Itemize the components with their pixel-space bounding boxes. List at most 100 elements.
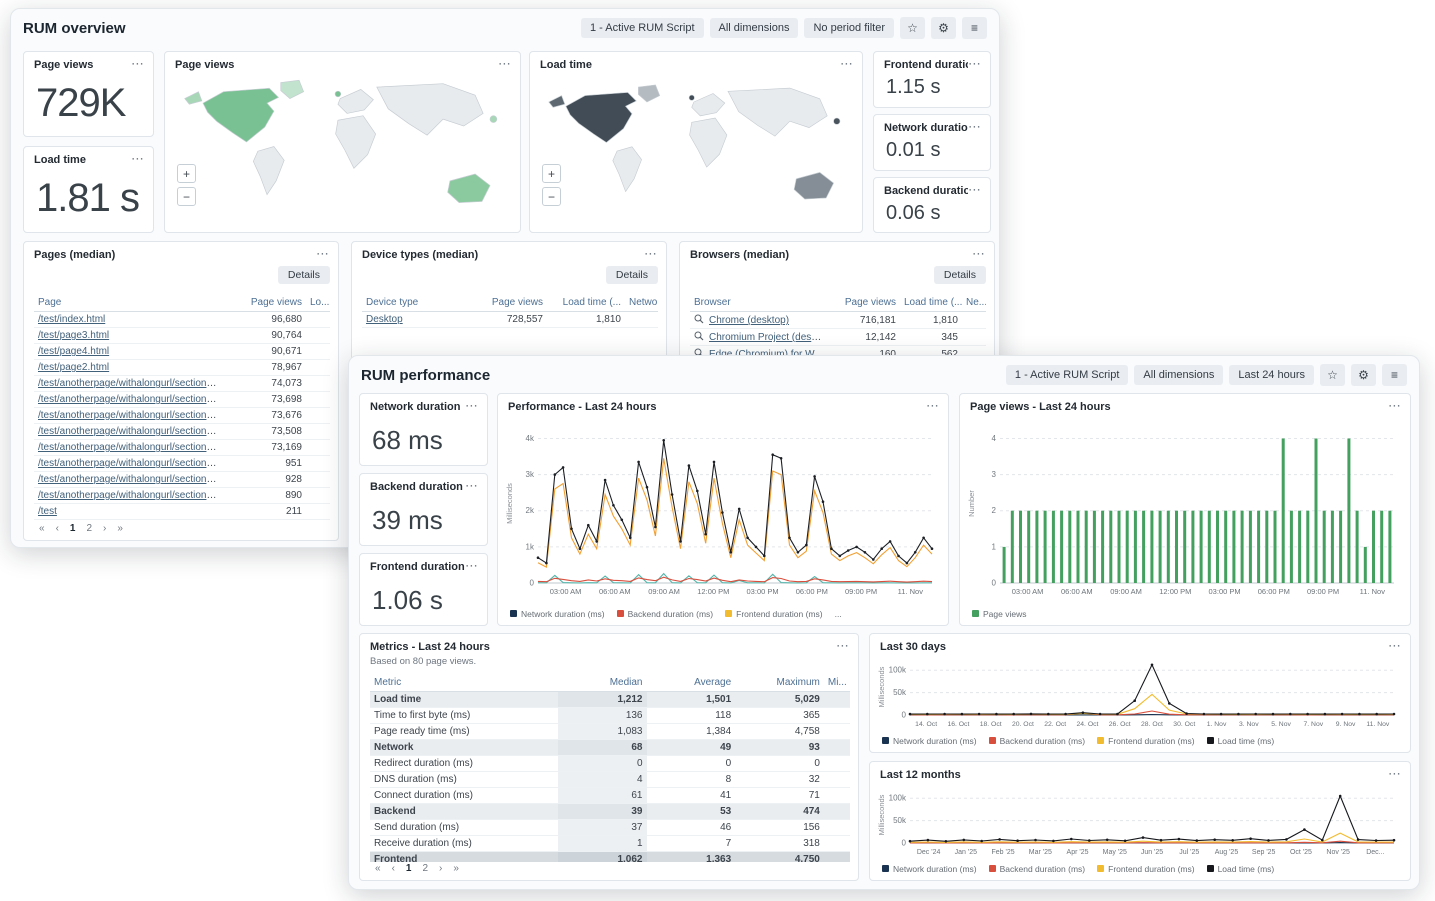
column-header[interactable]: Ne... [962, 294, 986, 312]
zoom-out-button[interactable]: − [177, 187, 196, 206]
filter-rum-script-button[interactable]: 1 - Active RUM Script [1006, 365, 1129, 385]
page-number[interactable]: 2 [417, 861, 433, 876]
map-region-africa[interactable] [336, 116, 376, 169]
column-header[interactable]: Median [558, 674, 647, 692]
cell-link[interactable]: /test/page4.html [38, 346, 109, 357]
legend-item[interactable]: Network duration (ms) [882, 736, 977, 746]
map-region-japan[interactable] [490, 116, 497, 123]
map-region-alaska[interactable] [185, 92, 202, 105]
cell-link[interactable]: /test/index.html [38, 314, 105, 325]
column-header[interactable]: Average [647, 674, 736, 692]
column-header[interactable]: Page [34, 294, 226, 312]
legend-item[interactable]: Load time (ms) [1207, 736, 1275, 746]
column-header[interactable]: Load time (... [547, 294, 625, 312]
star-icon[interactable]: ☆ [1320, 364, 1345, 386]
legend-item[interactable]: Frontend duration (ms) [1097, 864, 1194, 874]
filter-timeframe-button[interactable]: Last 24 hours [1229, 365, 1314, 385]
legend-item[interactable]: Backend duration (ms) [989, 864, 1086, 874]
cell-link[interactable]: /test/anotherpage/withalongurl/section18… [38, 442, 226, 453]
cell-link[interactable]: /test/anotherpage/withalongurl/section18… [38, 426, 226, 437]
ellipsis-menu-icon[interactable]: ⋯ [972, 249, 985, 259]
details-button[interactable]: Details [606, 266, 658, 284]
legend-item[interactable]: Backend duration (ms) [989, 736, 1086, 746]
cell-link[interactable]: /test/anotherpage/withalongurl/section18… [38, 394, 226, 405]
ellipsis-menu-icon[interactable]: ⋯ [465, 561, 478, 571]
map-region-australia[interactable] [448, 174, 490, 203]
ellipsis-menu-icon[interactable]: ⋯ [1388, 401, 1401, 411]
map-region-na[interactable] [203, 88, 278, 142]
map-region-sa[interactable] [613, 147, 642, 192]
column-header[interactable]: Load time (... [900, 294, 962, 312]
map-region-japan[interactable] [834, 118, 840, 124]
page-last[interactable]: » [112, 521, 128, 536]
ellipsis-menu-icon[interactable]: ⋯ [465, 481, 478, 491]
ellipsis-menu-icon[interactable]: ⋯ [131, 59, 144, 69]
ellipsis-menu-icon[interactable]: ⋯ [836, 641, 849, 651]
legend-item[interactable]: Frontend duration (ms) [1097, 736, 1194, 746]
column-header[interactable]: Device type [362, 294, 462, 312]
column-header[interactable]: Metric [370, 674, 558, 692]
cell-link[interactable]: /test [38, 506, 57, 517]
ellipsis-menu-icon[interactable]: ⋯ [1388, 769, 1401, 779]
zoom-out-button[interactable]: − [542, 187, 561, 206]
map-region-australia[interactable] [794, 172, 833, 199]
page-first[interactable]: « [370, 861, 386, 876]
magnifier-icon[interactable] [694, 314, 704, 324]
page-number[interactable]: 1 [401, 861, 417, 876]
ellipsis-menu-icon[interactable]: ⋯ [1388, 641, 1401, 651]
gear-icon[interactable]: ⚙ [1351, 364, 1376, 386]
column-header[interactable]: Page views [226, 294, 306, 312]
cell-link[interactable]: /test/page3.html [38, 330, 109, 341]
filter-dimensions-button[interactable]: All dimensions [1134, 365, 1223, 385]
legend-item[interactable]: Backend duration (ms) [617, 609, 714, 619]
performance-line-chart[interactable]: 01k2k3k4k03:00 AM06:00 AM09:00 AM12:00 P… [502, 418, 942, 597]
world-map[interactable] [171, 74, 514, 226]
map-region-sa[interactable] [253, 147, 284, 195]
page-first[interactable]: « [34, 521, 50, 536]
cell-link[interactable]: /test/anotherpage/withalongurl/section18… [38, 458, 226, 469]
map-region-asia[interactable] [728, 88, 827, 136]
column-header[interactable]: Page views [830, 294, 900, 312]
filter-rum-script-button[interactable]: 1 - Active RUM Script [581, 18, 704, 38]
cell-link[interactable]: /test/anotherpage/withalongurl/section18… [38, 490, 226, 501]
map-region-uk[interactable] [689, 95, 694, 100]
ellipsis-menu-icon[interactable]: ⋯ [644, 249, 657, 259]
map-region-alaska[interactable] [549, 96, 565, 108]
page-prev[interactable]: ‹ [387, 861, 400, 876]
cell-link[interactable]: Desktop [366, 314, 403, 325]
cell-link[interactable]: /test/anotherpage/withalongurl/section18… [38, 410, 226, 421]
hamburger-menu-icon[interactable]: ≡ [1382, 364, 1407, 386]
ellipsis-menu-icon[interactable]: ⋯ [498, 59, 511, 69]
column-header[interactable]: Page views [462, 294, 547, 312]
cell-link[interactable]: Chromium Project (desktop) [709, 332, 830, 343]
map-region-asia[interactable] [377, 84, 483, 135]
cell-link[interactable]: Chrome (desktop) [709, 315, 789, 326]
filter-dimensions-button[interactable]: All dimensions [710, 18, 799, 38]
legend-item[interactable]: Frontend duration (ms) [725, 609, 822, 619]
ellipsis-menu-icon[interactable]: ⋯ [968, 122, 981, 132]
legend-item[interactable]: Load time (ms) [1207, 864, 1275, 874]
map-region-uk[interactable] [335, 91, 341, 97]
zoom-in-button[interactable]: + [177, 164, 196, 183]
ellipsis-menu-icon[interactable]: ⋯ [968, 59, 981, 69]
legend-item[interactable]: Network duration (ms) [510, 609, 605, 619]
cell-link[interactable]: /test/anotherpage/withalongurl/section18… [38, 378, 226, 389]
map-region-europe[interactable] [692, 93, 725, 115]
legend-more[interactable]: ... [835, 609, 842, 619]
last-12-months-line-chart[interactable]: 050k100kDec '24Jan '25Feb '25Mar '25Apr … [874, 781, 1404, 857]
column-header[interactable]: Mi... [824, 674, 850, 692]
page-views-bar-chart[interactable]: 0123403:00 AM06:00 AM09:00 AM12:00 PM03:… [964, 418, 1404, 597]
ellipsis-menu-icon[interactable]: ⋯ [316, 249, 329, 259]
column-header[interactable]: Networ... [625, 294, 658, 312]
hamburger-menu-icon[interactable]: ≡ [962, 17, 987, 39]
map-region-greenland[interactable] [281, 80, 304, 98]
legend-item[interactable]: Network duration (ms) [882, 864, 977, 874]
zoom-in-button[interactable]: + [542, 164, 561, 183]
details-button[interactable]: Details [278, 266, 330, 284]
column-header[interactable]: Browser [690, 294, 830, 312]
column-header[interactable]: Lo... [306, 294, 330, 312]
page-number[interactable]: 1 [65, 521, 81, 536]
legend-item[interactable]: Page views [972, 609, 1026, 619]
ellipsis-menu-icon[interactable]: ⋯ [926, 401, 939, 411]
page-last[interactable]: » [448, 861, 464, 876]
